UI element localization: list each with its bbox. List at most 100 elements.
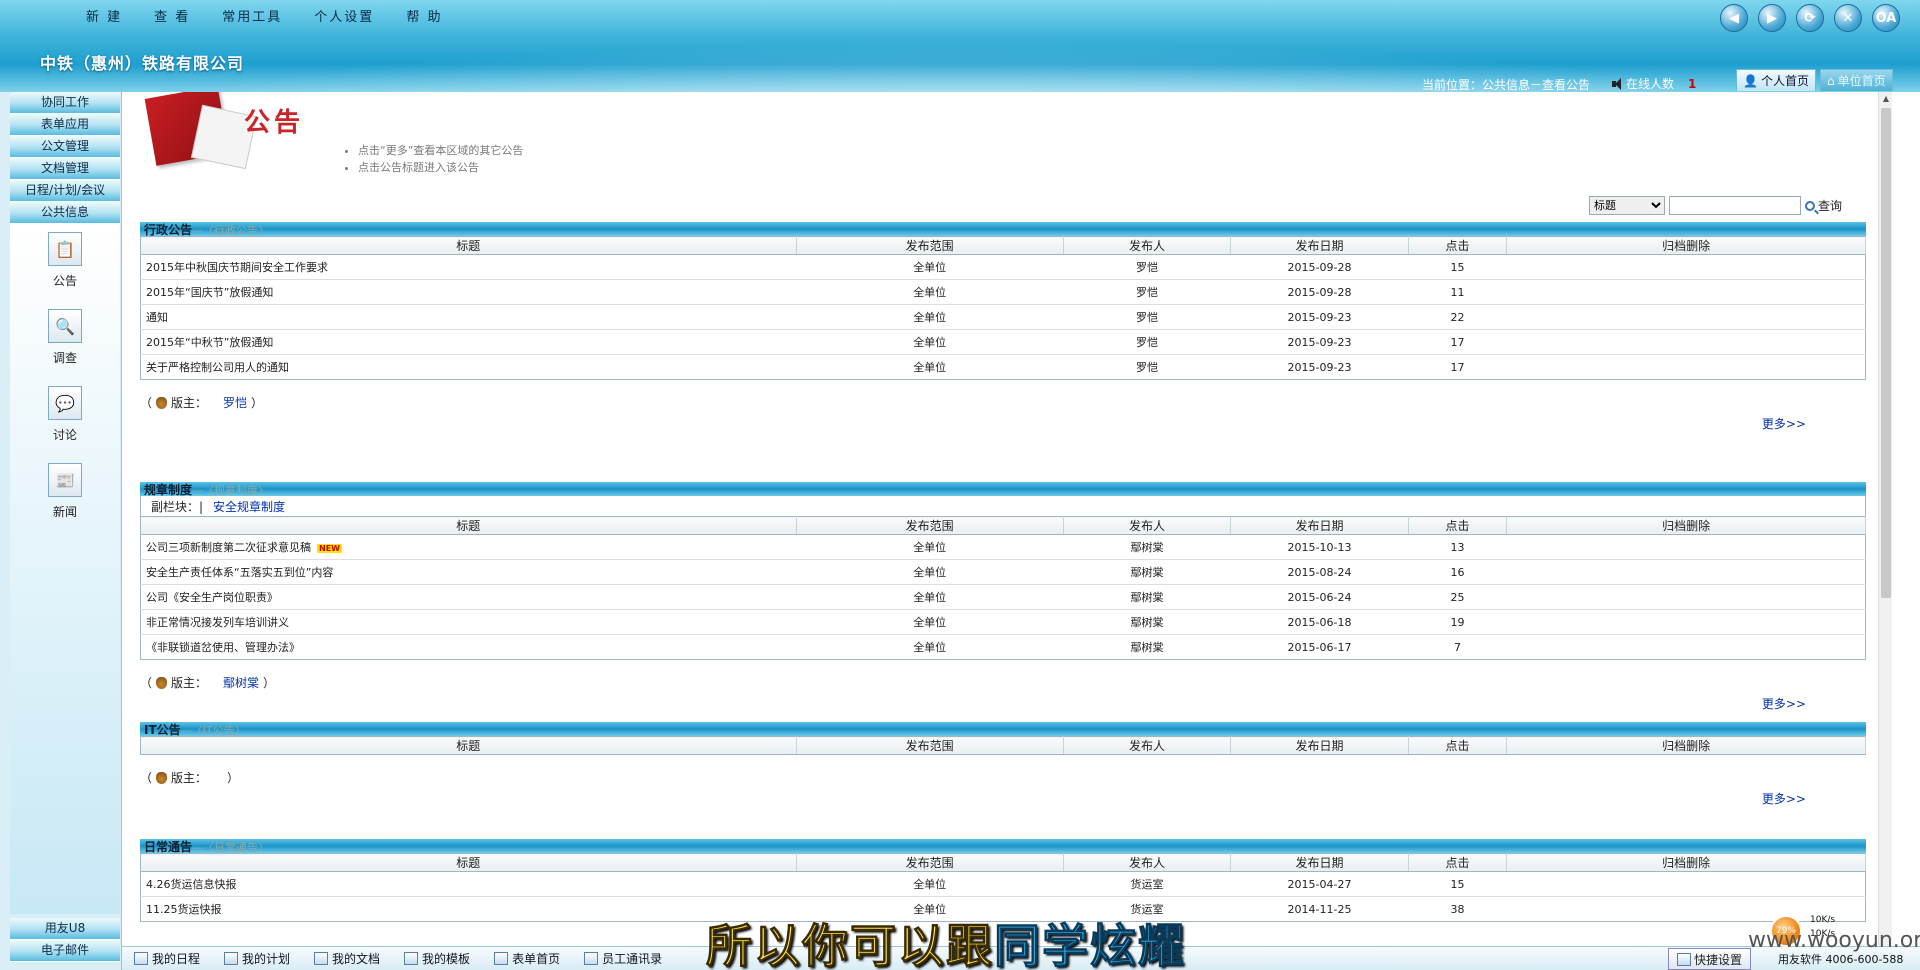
bottom-item-calendar[interactable]: 我的日程 (134, 950, 200, 967)
row-title[interactable]: 4.26货运信息快报 (140, 871, 796, 897)
search-field-select[interactable]: 标题 (1588, 196, 1665, 215)
row-title-text[interactable]: 《非联锁道岔使用、管理办法》 (146, 641, 300, 654)
menu-settings[interactable]: 个人设置 (298, 6, 390, 25)
row-title-text[interactable]: 2015年“国庆节”放假通知 (146, 286, 273, 299)
table-row[interactable]: 2015年“中秋节”放假通知 全单位 罗恺 2015-09-23 17 (140, 329, 1866, 355)
column-header[interactable]: 发布日期 (1230, 736, 1409, 755)
bottom-item-directory[interactable]: 员工通讯录 (584, 950, 662, 967)
column-header[interactable]: 归档删除 (1506, 853, 1866, 872)
menu-new[interactable]: 新 建 (70, 6, 138, 25)
row-title-text[interactable]: 安全生产责任体系“五落实五到位”内容 (146, 566, 333, 579)
online-users[interactable]: 在线人数 1 (1612, 75, 1696, 92)
tab-unit-home[interactable]: ⌂ 单位首页 (1819, 69, 1893, 91)
row-title-text[interactable]: 4.26货运信息快报 (146, 878, 237, 891)
sidebar-tab-documents[interactable]: 文档管理 (10, 158, 120, 180)
sidebar-item-announcement[interactable]: 📋 公告 (10, 232, 120, 289)
column-header[interactable]: 标题 (140, 236, 797, 255)
column-header[interactable]: 发布人 (1063, 736, 1232, 755)
menu-tools[interactable]: 常用工具 (206, 6, 298, 25)
bottom-item-form-home[interactable]: 表单首页 (494, 950, 560, 967)
menu-help[interactable]: 帮 助 (390, 6, 458, 25)
row-title-text[interactable]: 11.25货运快报 (146, 903, 222, 916)
close-icon[interactable]: ✕ (1834, 4, 1862, 32)
row-title[interactable]: 非正常情况接发列车培训讲义 (140, 609, 796, 635)
row-title-text[interactable]: 非正常情况接发列车培训讲义 (146, 616, 289, 629)
search-input[interactable] (1668, 196, 1801, 215)
column-header[interactable]: 点击 (1408, 853, 1508, 872)
row-title[interactable]: 2015年“国庆节”放假通知 (140, 279, 796, 305)
column-header[interactable]: 归档删除 (1506, 516, 1866, 535)
forward-icon[interactable]: ▶ (1758, 4, 1786, 32)
row-title[interactable]: 11.25货运快报 (141, 897, 797, 922)
row-title[interactable]: 关于严格控制公司用人的通知 (141, 355, 797, 380)
search-button[interactable]: 查询 (1804, 197, 1842, 214)
row-title-text[interactable]: 公司《安全生产岗位职责》 (146, 591, 278, 604)
sidebar-tab-collab[interactable]: 协同工作 (10, 92, 120, 114)
row-title[interactable]: 安全生产责任体系“五落实五到位”内容 (140, 559, 796, 585)
column-header[interactable]: 发布日期 (1230, 516, 1409, 535)
table-row[interactable]: 2015年“国庆节”放假通知 全单位 罗恺 2015-09-28 11 (140, 279, 1866, 305)
subtab-link[interactable]: 安全规章制度 (213, 500, 285, 514)
column-header[interactable]: 点击 (1408, 516, 1508, 535)
scrollbar-thumb[interactable] (1881, 108, 1891, 598)
sidebar-tab-public-info[interactable]: 公共信息 (10, 202, 120, 224)
column-header[interactable]: 标题 (140, 736, 797, 755)
row-title-text[interactable]: 2015年“中秋节”放假通知 (146, 336, 273, 349)
row-title[interactable]: 2015年“中秋节”放假通知 (140, 329, 796, 355)
column-header[interactable]: 发布范围 (796, 736, 1064, 755)
more-link[interactable]: 更多>> (140, 790, 1866, 807)
row-title-text[interactable]: 公司三项新制度第二次征求意见稿 (146, 541, 311, 554)
column-header[interactable]: 发布人 (1063, 236, 1232, 255)
bottom-item-templates[interactable]: 我的模板 (404, 950, 470, 967)
table-row[interactable]: 非正常情况接发列车培训讲义 全单位 鄢树棠 2015-06-18 19 (140, 609, 1866, 635)
row-title[interactable]: 公司《安全生产岗位职责》 (140, 584, 796, 610)
tab-personal-home[interactable]: 👤 个人首页 (1736, 69, 1816, 91)
column-header[interactable]: 发布日期 (1230, 853, 1409, 872)
table-row[interactable]: 2015年中秋国庆节期间安全工作要求 全单位 罗恺 2015-09-28 15 (140, 254, 1866, 280)
column-header[interactable]: 发布范围 (796, 236, 1064, 255)
table-row[interactable]: 公司三项新制度第二次征求意见稿 NEW 全单位 鄢树棠 2015-10-13 13 (140, 534, 1866, 560)
bottom-item-plan[interactable]: 我的计划 (224, 950, 290, 967)
column-header[interactable]: 归档删除 (1506, 736, 1866, 755)
column-header[interactable]: 归档删除 (1506, 236, 1866, 255)
column-header[interactable]: 标题 (140, 853, 797, 872)
table-row[interactable]: 4.26货运信息快报 全单位 货运室 2015-04-27 15 (140, 871, 1866, 897)
column-header[interactable]: 点击 (1408, 736, 1508, 755)
row-title[interactable]: 2015年中秋国庆节期间安全工作要求 (140, 254, 796, 280)
column-header[interactable]: 发布范围 (796, 516, 1064, 535)
table-row[interactable]: 关于严格控制公司用人的通知 全单位 罗恺 2015-09-23 17 (141, 355, 1866, 380)
row-title-text[interactable]: 关于严格控制公司用人的通知 (146, 361, 289, 374)
sidebar-tab-schedule[interactable]: 日程/计划/会议 (10, 180, 120, 202)
menu-view[interactable]: 查 看 (138, 6, 206, 25)
table-row[interactable]: 公司《安全生产岗位职责》 全单位 鄢树棠 2015-06-24 25 (140, 584, 1866, 610)
column-header[interactable]: 标题 (140, 516, 797, 535)
sidebar-item-news[interactable]: 📰 新闻 (10, 463, 120, 520)
sidebar-tab-docs-official[interactable]: 公文管理 (10, 136, 120, 158)
back-icon[interactable]: ◀ (1720, 4, 1748, 32)
table-row[interactable]: 安全生产责任体系“五落实五到位”内容 全单位 鄢树棠 2015-08-24 16 (140, 559, 1866, 585)
more-link[interactable]: 更多>> (140, 415, 1866, 432)
moderator-link[interactable]: 鄢树棠 (223, 674, 259, 691)
column-header[interactable]: 点击 (1408, 236, 1508, 255)
sidebar-tab-u8[interactable]: 用友U8 (10, 918, 120, 940)
vertical-scrollbar[interactable]: ▲ (1878, 92, 1892, 947)
bottom-item-documents[interactable]: 我的文档 (314, 950, 380, 967)
sidebar-item-survey[interactable]: 🔍 调查 (10, 309, 120, 366)
row-title[interactable]: 公司三项新制度第二次征求意见稿 NEW (140, 534, 796, 560)
column-header[interactable]: 发布人 (1063, 516, 1232, 535)
refresh-icon[interactable]: ⟳ (1796, 4, 1824, 32)
table-row[interactable]: 《非联锁道岔使用、管理办法》 全单位 鄢树棠 2015-06-17 7 (141, 635, 1866, 660)
row-title[interactable]: 通知 (140, 304, 796, 330)
sidebar-item-discussion[interactable]: 💬 讨论 (10, 386, 120, 443)
sidebar-tab-email[interactable]: 电子邮件 (10, 940, 120, 962)
column-header[interactable]: 发布范围 (796, 853, 1064, 872)
row-title[interactable]: 《非联锁道岔使用、管理办法》 (141, 635, 797, 660)
moderator-link[interactable]: 罗恺 (223, 394, 247, 411)
table-row[interactable]: 通知 全单位 罗恺 2015-09-23 22 (140, 304, 1866, 330)
column-header[interactable]: 发布人 (1063, 853, 1232, 872)
quick-settings-button[interactable]: 快捷设置 (1668, 948, 1752, 970)
row-title-text[interactable]: 通知 (146, 311, 168, 324)
column-header[interactable]: 发布日期 (1230, 236, 1409, 255)
row-title-text[interactable]: 2015年中秋国庆节期间安全工作要求 (146, 261, 328, 274)
scroll-up-icon[interactable]: ▲ (1881, 94, 1891, 106)
